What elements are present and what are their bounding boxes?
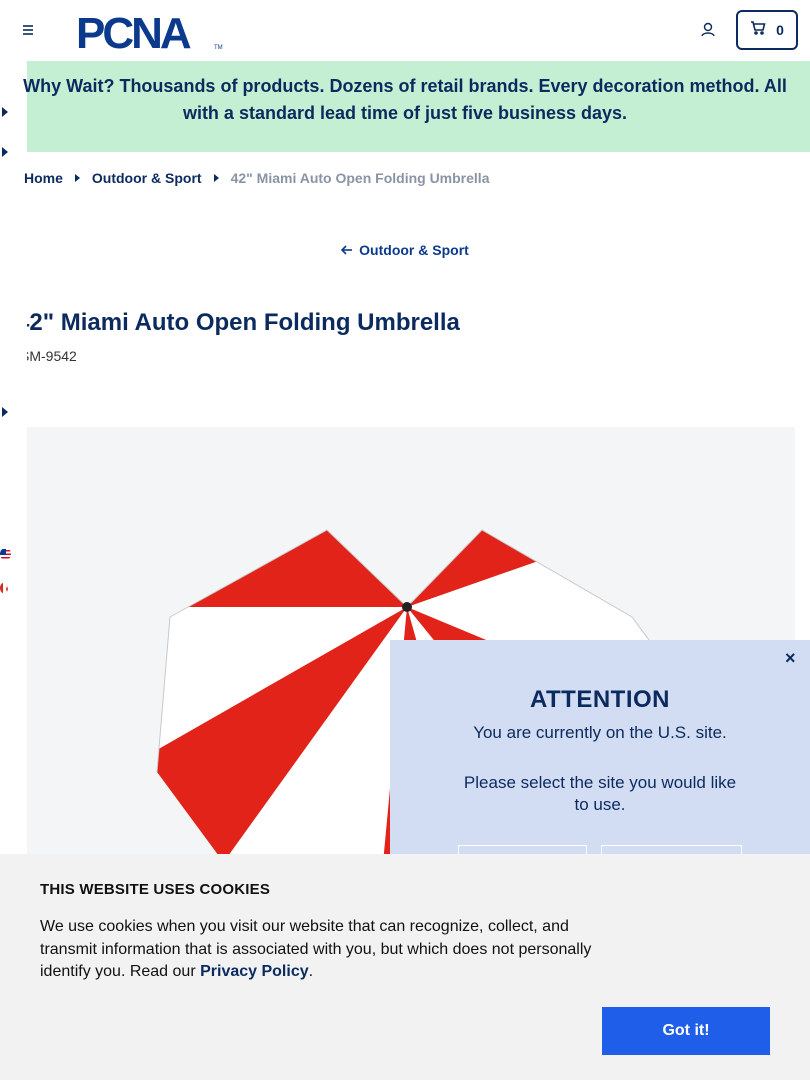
cart-icon: [750, 20, 766, 40]
back-link-label: Outdoor & Sport: [359, 242, 469, 258]
breadcrumb-category[interactable]: Outdoor & Sport: [92, 170, 202, 186]
pcna-logo[interactable]: PCNA TM: [76, 8, 226, 58]
breadcrumb-home[interactable]: Home: [24, 170, 63, 186]
svg-text:TM: TM: [214, 45, 223, 51]
cookie-title: THIS WEBSITE USES COOKIES: [40, 881, 271, 898]
close-icon[interactable]: ×: [785, 648, 796, 669]
account-icon[interactable]: [698, 20, 718, 40]
us-flag-icon[interactable]: [0, 548, 11, 560]
arrow-left-icon: [341, 242, 353, 258]
back-to-category-link[interactable]: Outdoor & Sport: [0, 242, 810, 258]
side-arrow-icon[interactable]: [2, 147, 8, 157]
side-arrow-icon[interactable]: [2, 107, 8, 117]
site-select-modal: [390, 640, 810, 880]
hamburger-menu-icon[interactable]: [18, 20, 38, 40]
chevron-right-icon: [74, 174, 80, 182]
cart-count: 0: [776, 22, 784, 38]
promo-banner: Why Wait? Thousands of products. Dozens …: [23, 61, 810, 152]
cookie-message: We use cookies when you visit our websit…: [40, 916, 615, 984]
modal-message: You are currently on the U.S. site.: [473, 723, 727, 742]
modal-prompt: Please select the site you would like to…: [463, 773, 737, 814]
cookie-message-end: .: [308, 963, 314, 980]
product-sku: SM-9542: [20, 348, 77, 364]
modal-title: ATTENTION: [529, 686, 671, 713]
product-title: 42" Miami Auto Open Folding Umbrella: [16, 309, 460, 336]
accept-cookies-button[interactable]: Got it!: [602, 1007, 770, 1055]
left-panel-mask: [0, 300, 27, 380]
promo-text: Why Wait? Thousands of products. Dozens …: [23, 76, 787, 123]
privacy-policy-link[interactable]: Privacy Policy: [200, 963, 309, 980]
cookie-message-text: We use cookies when you visit our websit…: [40, 918, 592, 980]
canada-flag-icon[interactable]: [0, 582, 11, 594]
side-arrow-icon[interactable]: [2, 407, 8, 417]
site-header: PCNA TM 0: [0, 0, 810, 60]
breadcrumb-current: 42" Miami Auto Open Folding Umbrella: [230, 170, 490, 186]
cart-button[interactable]: 0: [736, 10, 798, 50]
breadcrumb: Home Outdoor & Sport 42" Miami Auto Open…: [24, 170, 489, 186]
chevron-right-icon: [213, 174, 219, 182]
svg-text:PCNA: PCNA: [76, 9, 191, 54]
